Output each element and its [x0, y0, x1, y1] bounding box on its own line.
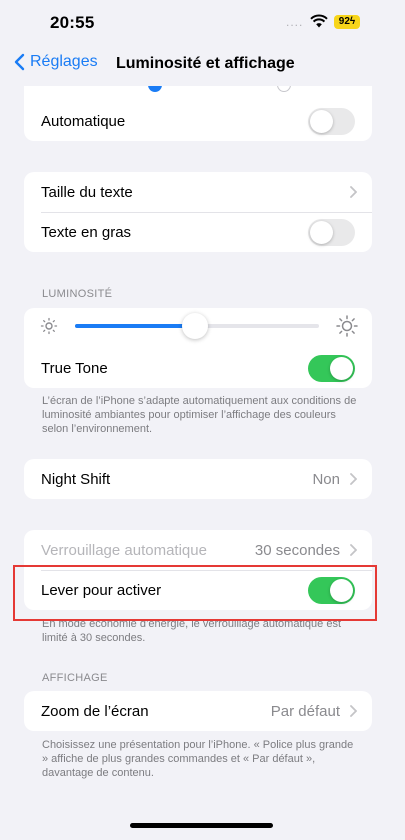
sun-small-icon [40, 317, 58, 335]
cellular-signal-icon: .... [286, 15, 304, 29]
brightness-thumb[interactable] [181, 313, 208, 339]
automatic-toggle[interactable] [308, 108, 355, 135]
chevron-right-icon [350, 473, 357, 485]
display-zoom-row[interactable]: Zoom de l’écran Par défaut [24, 691, 372, 731]
automatic-label: Automatique [41, 112, 126, 130]
sun-large-icon [336, 315, 358, 337]
display-zoom-value: Par défaut [270, 702, 340, 720]
chevron-left-icon [14, 53, 25, 71]
night-shift-card: Night Shift Non [24, 459, 372, 499]
brightness-slider[interactable] [75, 313, 319, 339]
night-shift-row[interactable]: Night Shift Non [24, 459, 372, 499]
automatic-row[interactable]: Automatique [24, 101, 372, 141]
raise-to-wake-toggle[interactable] [308, 577, 355, 604]
text-size-label: Taille du texte [41, 183, 133, 201]
battery-indicator: 92ϟ [334, 15, 360, 29]
display-card: Zoom de l’écran Par défaut [24, 691, 372, 731]
chevron-right-icon [350, 705, 357, 717]
raise-to-wake-row[interactable]: Lever pour activer [24, 570, 372, 610]
lock-card: Verrouillage automatique 30 secondes Lev… [24, 530, 372, 610]
chevron-right-icon [350, 544, 357, 556]
autolock-footnote: En mode économie d’énergie, le verrouill… [42, 618, 342, 644]
raise-to-wake-label: Lever pour activer [41, 581, 162, 599]
display-header: AFFICHAGE [42, 672, 108, 684]
battery-level: 92 [338, 16, 350, 27]
wifi-icon [310, 14, 328, 28]
appearance-selected-indicator[interactable] [148, 86, 162, 92]
true-tone-row[interactable]: True Tone [24, 348, 372, 388]
brightness-fill [75, 324, 195, 328]
chevron-right-icon [350, 186, 357, 198]
appearance-card: Automatique [24, 86, 372, 141]
brightness-slider-row [24, 308, 372, 344]
status-time: 20:55 [50, 13, 95, 32]
appearance-unselected-indicator[interactable] [277, 86, 291, 92]
status-bar: 20:55 .... 92ϟ [0, 0, 405, 46]
display-zoom-label: Zoom de l’écran [41, 702, 149, 720]
bold-text-row[interactable]: Texte en gras [24, 212, 372, 252]
brightness-header: LUMINOSITÉ [42, 288, 113, 300]
night-shift-value: Non [312, 470, 340, 488]
home-indicator[interactable] [130, 823, 273, 828]
display-footnote: Choisissez une présentation pour l’iPhon… [42, 739, 354, 779]
autolock-value: 30 secondes [254, 541, 340, 559]
brightness-card: True Tone [24, 308, 372, 388]
back-label: Réglages [30, 53, 98, 70]
text-size-row[interactable]: Taille du texte [24, 172, 372, 212]
autolock-label: Verrouillage automatique [41, 541, 207, 559]
true-tone-label: True Tone [41, 359, 108, 377]
true-tone-footnote: L’écran de l’iPhone s’adapte automatique… [42, 395, 357, 435]
night-shift-label: Night Shift [41, 470, 111, 488]
back-button[interactable]: Réglages [14, 53, 98, 71]
charging-bolt-icon: ϟ [349, 16, 356, 27]
bold-text-label: Texte en gras [41, 223, 132, 241]
autolock-row[interactable]: Verrouillage automatique 30 secondes [24, 530, 372, 570]
page-title: Luminosité et affichage [116, 55, 295, 72]
true-tone-toggle[interactable] [308, 355, 355, 382]
navigation-bar: Réglages Luminosité et affichage [0, 46, 405, 86]
text-settings-card: Taille du texte Texte en gras [24, 172, 372, 252]
bold-text-toggle[interactable] [308, 219, 355, 246]
